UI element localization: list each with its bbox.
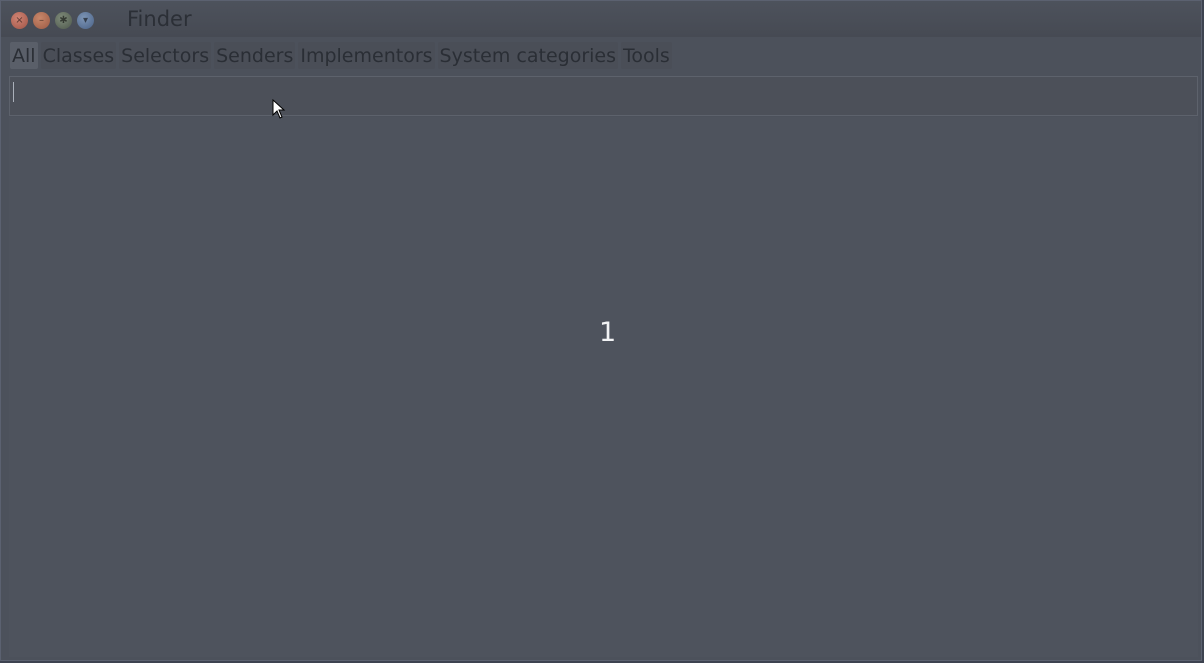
search-input[interactable]: [9, 76, 1198, 116]
window-menu-icon[interactable]: ✱: [55, 12, 72, 29]
tab-senders[interactable]: Senders: [214, 42, 296, 69]
title-bar[interactable]: × – ✱ ▾ Finder: [1, 1, 1201, 37]
results-count: 1: [599, 317, 617, 348]
close-icon[interactable]: ×: [11, 12, 28, 29]
tab-system-categories[interactable]: System categories: [437, 42, 619, 69]
tab-tools[interactable]: Tools: [621, 42, 672, 69]
tab-implementors[interactable]: Implementors: [298, 42, 435, 69]
mouse-pointer-icon: [272, 99, 286, 119]
finder-window: × – ✱ ▾ Finder All Classes Selectors Sen…: [0, 0, 1202, 661]
results-pane[interactable]: 1: [9, 117, 1198, 657]
tab-classes[interactable]: Classes: [40, 42, 117, 69]
tab-all[interactable]: All: [10, 42, 38, 69]
tab-bar: All Classes Selectors Senders Implemento…: [10, 42, 672, 69]
expand-icon[interactable]: ▾: [77, 12, 94, 29]
window-title: Finder: [127, 7, 192, 31]
minimize-icon[interactable]: –: [33, 12, 50, 29]
tab-selectors[interactable]: Selectors: [119, 42, 212, 69]
window-controls: × – ✱ ▾: [11, 12, 94, 29]
text-caret: [13, 82, 14, 102]
